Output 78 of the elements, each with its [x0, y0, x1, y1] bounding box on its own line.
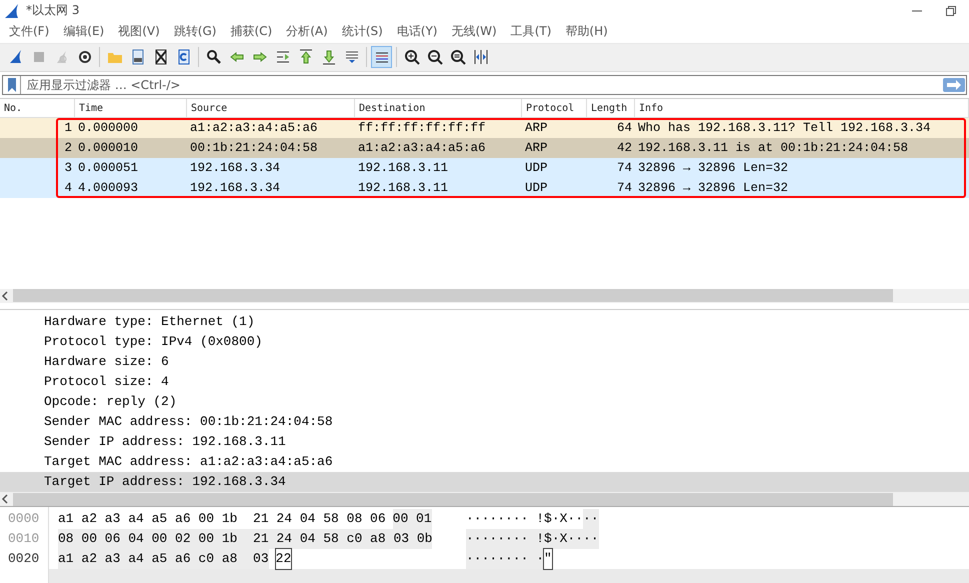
scroll-left-icon[interactable] [0, 494, 10, 504]
menu-item[interactable]: 统计(S) [334, 23, 390, 40]
table-cell-text: 192.168.3.11 is at 00:1b:21:24:04:58 [637, 140, 910, 155]
table-cell-text: 74 [616, 180, 633, 195]
table-cell-text: 32896 → 32896 Len=32 [637, 160, 790, 175]
table-cell-text: 00:1b:21:24:04:58 [189, 140, 319, 155]
colored-lines-icon[interactable] [371, 46, 392, 68]
table-cell-text: ARP [524, 140, 549, 155]
table-cell-text: 192.168.3.11 [357, 180, 450, 195]
ascii-text[interactable]: " [544, 549, 552, 570]
menu-item[interactable]: 电话(Y) [390, 23, 444, 40]
table-cell-text: ARP [524, 120, 549, 135]
offset-label: 0010 [7, 530, 40, 548]
detail-line[interactable]: Opcode: reply (2) [0, 392, 969, 412]
detail-line[interactable]: Protocol size: 4 [0, 372, 969, 392]
hex-bytes[interactable]: a1 a2 a3 a4 a5 a6 c0 a8 03 [58, 549, 269, 570]
table-cell-text: ff:ff:ff:ff:ff:ff [357, 120, 487, 135]
ascii-text[interactable]: ········ · [466, 549, 544, 570]
detail-line[interactable]: Target MAC address: a1:a2:a3:a4:a5:a6 [0, 452, 969, 472]
scroll-left-icon[interactable] [0, 290, 10, 301]
menu-item[interactable]: 工具(T) [504, 23, 558, 40]
hex-bytes[interactable]: 00 01 [392, 509, 432, 530]
offset-label: 0000 [7, 510, 40, 528]
offset-label: 0020 [7, 550, 40, 568]
table-cell-text: 74 [616, 160, 633, 175]
menu-item[interactable]: 文件(F) [2, 23, 56, 40]
hex-bytes[interactable]: a1 a2 a3 a4 a5 a6 00 1b 21 24 04 58 08 06 [58, 509, 386, 530]
table-cell-text: 192.168.3.34 [189, 180, 282, 195]
table-cell-text: 4.000093 [77, 180, 140, 195]
column-header[interactable]: Source [187, 98, 355, 117]
table-cell-text: a1:a2:a3:a4:a5:a6 [189, 120, 319, 135]
table-cell-text: 0.000000 [77, 120, 140, 135]
horizontal-scrollbar[interactable] [0, 492, 969, 506]
detail-line[interactable]: Protocol type: IPv4 (0x0800) [0, 332, 969, 352]
hex-bytes[interactable]: 08 00 06 04 00 02 00 1b 21 24 04 58 c0 a8 03 0b [58, 529, 432, 550]
table-cell-text: 3 [63, 160, 73, 175]
ascii-text[interactable]: ········ !$·X···· [466, 529, 599, 550]
detail-line[interactable]: Sender MAC address: 00:1b:21:24:04:58 [0, 412, 969, 432]
window-title: *以太网 3 [26, 2, 80, 20]
menu-item[interactable]: 捕获(C) [223, 23, 280, 40]
ascii-text[interactable]: ········ !$·X·· [466, 509, 584, 530]
detail-line[interactable]: Hardware type: Ethernet (1) [0, 312, 969, 332]
table-cell-text: 64 [616, 120, 633, 135]
packet-row[interactable]: 4 4.000093 192.168.3.34 192.168.3.11 UDP 74 32896 → 32896 Len=32 [0, 178, 969, 198]
table-cell-text: 4 [63, 180, 73, 195]
column-header[interactable]: Time [75, 98, 187, 117]
display-filter-field[interactable]: 应用显示过滤器 … <Ctrl-/> [2, 74, 967, 95]
table-cell-text: 32896 → 32896 Len=32 [637, 180, 790, 195]
table-cell-text: 192.168.3.34 [189, 160, 282, 175]
table-cell-text: 0.000051 [77, 160, 140, 175]
table-cell-text: 0.000010 [77, 140, 140, 155]
menu-item[interactable]: 无线(W) [444, 23, 504, 40]
table-cell-text: UDP [524, 180, 549, 195]
packet-row[interactable]: 3 0.000051 192.168.3.34 192.168.3.11 UDP 74 32896 → 32896 Len=32 [0, 158, 969, 178]
menu-item[interactable]: 跳转(G) [166, 23, 224, 40]
table-cell-text: a1:a2:a3:a4:a5:a6 [357, 140, 487, 155]
detail-line[interactable]: Sender IP address: 192.168.3.11 [0, 432, 969, 452]
hex-bytes[interactable]: 22 [276, 549, 292, 570]
table-cell-text: 1 [63, 120, 73, 135]
table-cell-text: 192.168.3.11 [357, 160, 450, 175]
column-header[interactable]: No. [0, 98, 75, 117]
detail-line[interactable]: Hardware size: 6 [0, 352, 969, 372]
menu-item[interactable]: 帮助(H) [558, 23, 615, 40]
table-cell-text: UDP [524, 160, 549, 175]
menu-item[interactable]: 视图(V) [111, 23, 167, 40]
table-cell-text: 2 [63, 140, 73, 155]
ascii-text[interactable]: ·· [583, 509, 599, 530]
horizontal-scrollbar[interactable] [0, 288, 969, 304]
table-cell-text: Who has 192.168.3.11? Tell 192.168.3.34 [637, 120, 932, 135]
table-cell-text: 42 [616, 140, 633, 155]
column-header[interactable]: Protocol [522, 98, 587, 117]
column-header[interactable]: Destination [355, 98, 522, 117]
menu-item[interactable]: 编辑(E) [56, 23, 112, 40]
packet-row[interactable]: 2 0.000010 00:1b:21:24:04:58 a1:a2:a3:a4:a5:a6 ARP 42 192.168.3.11 is at 00:1b:21:24:04:58 [0, 138, 969, 158]
column-header[interactable]: Info [635, 98, 969, 117]
menu-item[interactable]: 分析(A) [279, 23, 335, 40]
column-header[interactable]: Length [587, 98, 635, 117]
shark-fin-logo-icon [4, 2, 20, 19]
